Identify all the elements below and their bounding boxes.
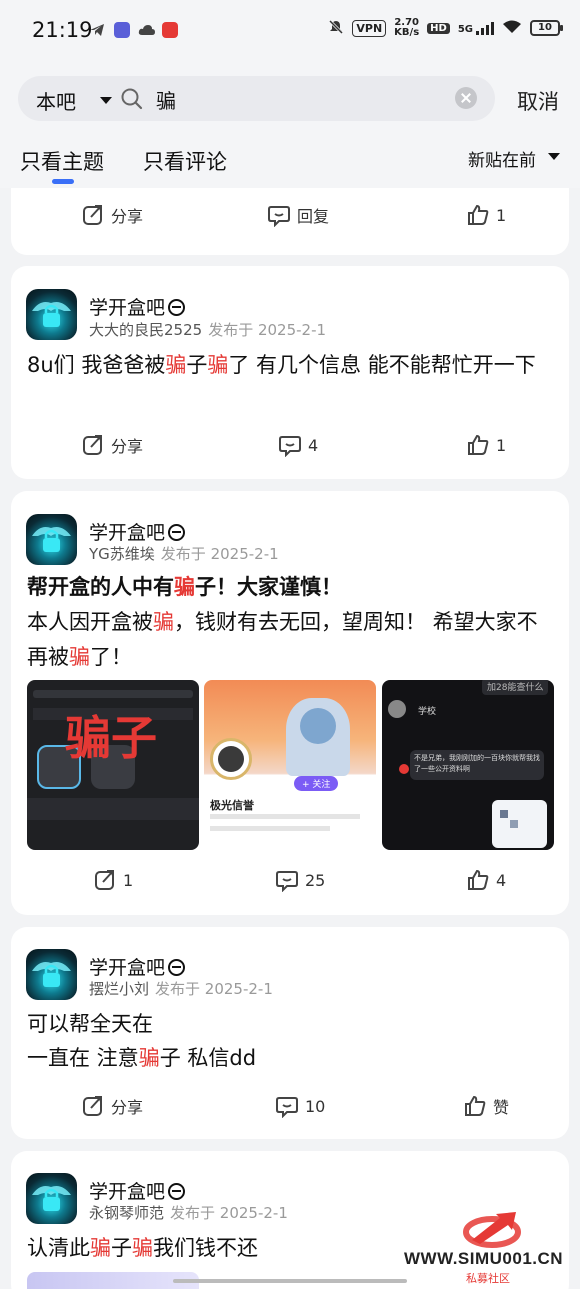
post-card-partial[interactable]: 分享 回复 1 — [11, 188, 569, 255]
home-indicator[interactable] — [173, 1279, 407, 1283]
forum-avatar[interactable] — [26, 514, 77, 565]
forum-avatar[interactable] — [26, 1173, 77, 1224]
forum-name[interactable]: 学开盒吧 — [89, 953, 186, 980]
follow-button: + 关注 — [294, 776, 339, 791]
level-badge-icon — [168, 299, 186, 316]
post-meta: 大大的良民2525 发布于 2025-2-1 — [89, 319, 326, 340]
search-bar: 本吧 骗 — [18, 76, 495, 121]
like-button[interactable]: 1 — [466, 433, 506, 457]
comment-button[interactable]: 10 — [275, 1094, 325, 1118]
thumbs-up-icon — [465, 1095, 486, 1116]
watermark-logo-icon — [463, 1212, 521, 1248]
reply-button[interactable]: 回复 — [267, 203, 329, 227]
like-button[interactable]: 1 — [466, 203, 506, 227]
author-name[interactable]: 大大的良民2525 — [89, 321, 202, 339]
publish-date: 发布于 2025-2-1 — [170, 1204, 288, 1222]
level-badge-icon — [168, 1183, 186, 1200]
share-button[interactable]: 分享 — [81, 433, 143, 457]
post-body[interactable]: 一直在 注意骗子 私信dd — [27, 1041, 557, 1076]
share-button[interactable]: 分享 — [81, 203, 143, 227]
telegram-icon — [89, 22, 105, 38]
author-name[interactable]: 永钢琴师范 — [89, 1204, 164, 1222]
tab-comments-only[interactable]: 只看评论 — [143, 146, 227, 176]
hd-indicator: HD — [427, 22, 450, 34]
post-meta: YG苏维埃 发布于 2025-2-1 — [89, 543, 279, 564]
comment-icon — [276, 871, 298, 892]
like-button[interactable]: 赞 — [463, 1094, 509, 1118]
image-overlay-text: 骗子 — [65, 711, 157, 765]
search-input[interactable]: 骗 — [156, 85, 176, 114]
comment-icon — [268, 206, 290, 227]
forum-name[interactable]: 学开盒吧 — [89, 293, 186, 320]
forum-name[interactable]: 学开盒吧 — [89, 518, 186, 545]
tab-threads-only[interactable]: 只看主题 — [20, 146, 104, 176]
share-icon — [95, 870, 114, 890]
image-gallery: 骗子 极光信誉 + 关注 加28能查什么 学校 不是兄弟，我刚刚加的一百块你就帮… — [27, 680, 554, 850]
shopping-app-icon — [162, 22, 178, 38]
post-image[interactable]: 骗子 — [27, 680, 199, 850]
comment-icon — [279, 436, 301, 457]
thumbs-up-icon — [468, 204, 489, 225]
app-icon — [114, 22, 130, 38]
status-bar: 21:19 VPN 2.70 KB/s HD 5G 10 — [0, 0, 580, 62]
share-button[interactable]: 分享 — [81, 1094, 143, 1118]
chevron-down-icon[interactable] — [548, 153, 560, 160]
cellular-signal-icon: 5G — [458, 21, 494, 35]
active-tab-indicator — [52, 179, 74, 184]
watermark-label: 私募社区 — [466, 1272, 510, 1285]
network-rate: 2.70 KB/s — [394, 17, 420, 38]
clock: 21:19 — [32, 18, 93, 42]
search-icon — [120, 87, 144, 115]
sort-dropdown[interactable]: 新贴在前 — [468, 146, 536, 171]
wifi-icon — [502, 19, 522, 38]
forum-avatar[interactable] — [26, 949, 77, 1000]
profile-name: 极光信誉 — [210, 799, 254, 812]
share-icon — [83, 435, 102, 455]
author-name[interactable]: 摆烂小刘 — [89, 980, 149, 998]
clear-search-icon[interactable] — [455, 87, 477, 109]
post-card[interactable]: 学开盒吧 YG苏维埃 发布于 2025-2-1 帮开盒的人中有骗子！大家谨慎！ 本… — [11, 491, 569, 915]
vpn-indicator: VPN — [352, 19, 387, 37]
share-icon — [83, 205, 102, 225]
battery-icon: 10 — [530, 20, 563, 36]
cloud-icon — [138, 22, 155, 38]
post-meta: 永钢琴师范 发布于 2025-2-1 — [89, 1202, 288, 1223]
post-card[interactable]: 学开盒吧 大大的良民2525 发布于 2025-2-1 8u们 我爸爸被骗子骗了 … — [11, 266, 569, 479]
post-card[interactable]: 学开盒吧 摆烂小刘 发布于 2025-2-1 可以帮全天在 一直在 注意骗子 私信… — [11, 927, 569, 1139]
level-badge-icon — [168, 959, 186, 976]
thumbs-up-icon — [468, 869, 489, 890]
share-icon — [83, 1096, 102, 1116]
publish-date: 发布于 2025-2-1 — [155, 980, 273, 998]
site-watermark: WWW.SIMU001.CN 私募社区 — [404, 1210, 574, 1285]
cancel-button[interactable]: 取消 — [517, 86, 559, 116]
watermark-site: WWW.SIMU001.CN — [404, 1249, 564, 1268]
thumbs-up-icon — [468, 434, 489, 455]
publish-date: 发布于 2025-2-1 — [160, 545, 279, 563]
publish-date: 发布于 2025-2-1 — [208, 321, 327, 339]
comment-button[interactable]: 4 — [278, 433, 318, 457]
post-title[interactable]: 帮开盒的人中有骗子！大家谨慎！ — [27, 570, 557, 605]
level-badge-icon — [168, 524, 186, 541]
forum-name[interactable]: 学开盒吧 — [89, 1177, 186, 1204]
comment-button[interactable]: 25 — [275, 868, 325, 892]
like-button[interactable]: 4 — [466, 868, 506, 892]
search-scope-dropdown[interactable]: 本吧 — [36, 86, 76, 115]
author-name[interactable]: YG苏维埃 — [89, 545, 155, 563]
comment-icon — [276, 1097, 298, 1118]
chevron-down-icon[interactable] — [100, 97, 112, 104]
mute-icon — [328, 19, 344, 38]
search-header: 本吧 骗 取消 只看主题 只看评论 新贴在前 — [0, 62, 580, 188]
post-body[interactable]: 8u们 我爸爸被骗子骗了 有几个信息 能不能帮忙开一下 — [27, 348, 557, 383]
post-image[interactable]: 加28能查什么 学校 不是兄弟，我刚刚加的一百块你就帮我找了一些公开资料啊 — [382, 680, 554, 850]
post-meta: 摆烂小刘 发布于 2025-2-1 — [89, 978, 273, 999]
post-image[interactable]: 极光信誉 + 关注 — [204, 680, 376, 850]
share-button[interactable]: 1 — [93, 868, 133, 892]
post-body[interactable]: 可以帮全天在 — [27, 1007, 557, 1042]
forum-avatar[interactable] — [26, 289, 77, 340]
post-body[interactable]: 本人因开盒被骗，钱财有去无回，望周知！ 希望大家不再被骗了！ — [27, 605, 557, 675]
